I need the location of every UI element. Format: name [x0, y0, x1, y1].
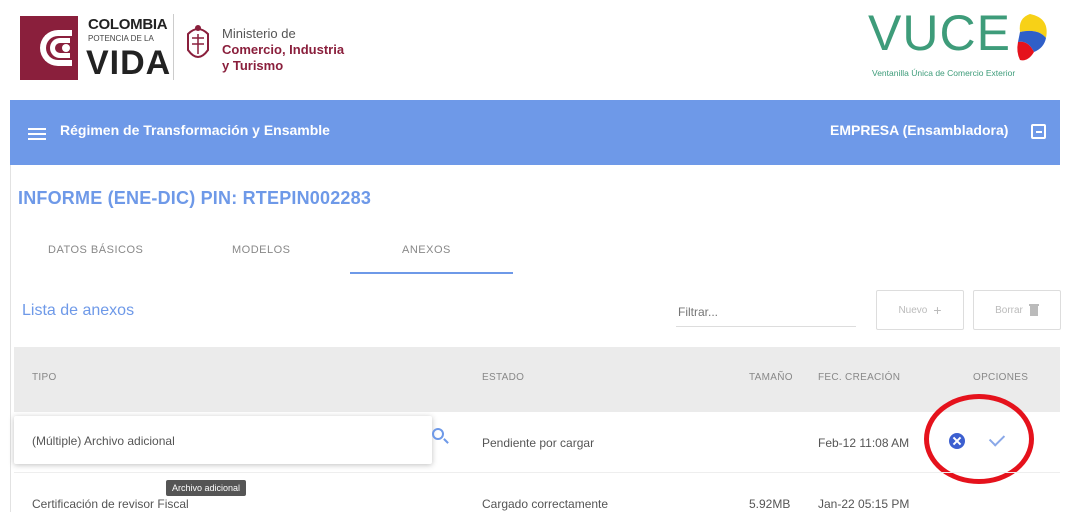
tab-datos-basicos[interactable]: DATOS BÁSICOS [48, 244, 143, 256]
column-header-estado: ESTADO [482, 372, 525, 383]
row1-fecha: Feb-12 11:08 AM [818, 436, 910, 450]
ministry-line1: Ministerio de [222, 26, 296, 41]
colombia-logo-subtext: POTENCIA DE LA [88, 34, 154, 43]
tab-anexos[interactable]: ANEXOS [402, 244, 451, 256]
plus-icon: + [933, 302, 942, 318]
row2-estado: Cargado correctamente [482, 497, 609, 511]
trash-icon [1028, 304, 1039, 316]
row-divider [14, 472, 1060, 473]
row2-tamano: 5.92MB [749, 497, 791, 511]
column-header-fecha: FEC. CREACIÓN [818, 372, 901, 383]
colombia-logo-text: COLOMBIA [88, 16, 168, 33]
delete-button[interactable]: Borrar [973, 290, 1061, 330]
table-header [14, 347, 1060, 412]
active-tab-indicator [350, 272, 513, 274]
row2-fecha: Jan-22 05:15 PM [818, 497, 910, 511]
filter-input[interactable] [676, 298, 860, 326]
colombia-logo-vida: VIDA [86, 44, 172, 82]
tooltip: Archivo adicional [166, 480, 247, 496]
company-name[interactable]: EMPRESA (Ensambladora) [830, 122, 1008, 138]
logout-icon[interactable] [1031, 124, 1046, 139]
list-title: Lista de anexos [22, 302, 135, 319]
coat-of-arms-icon [187, 25, 209, 58]
ministry-line3: y Turismo [222, 58, 284, 73]
column-header-opciones: OPCIONES [973, 372, 1029, 383]
vuce-logo-subtitle: Ventanilla Única de Comercio Exterior [872, 68, 1016, 78]
vuce-logo-title: VUCE [868, 5, 1011, 61]
new-button[interactable]: Nuevo + [876, 290, 964, 330]
new-button-label: Nuevo [898, 304, 928, 316]
colombia-logo: COLOMBIA POTENCIA DE LA VIDA [20, 12, 170, 84]
row2-tipo: Certificación de revisor Fiscal [32, 497, 189, 511]
vuce-flag-icon [1017, 14, 1047, 61]
header-divider [173, 14, 174, 80]
delete-button-label: Borrar [995, 304, 1023, 316]
highlight-circle [924, 394, 1034, 484]
ministry-line2: Comercio, Industria [222, 42, 345, 57]
column-header-tipo: TIPO [32, 372, 57, 383]
hamburger-menu-icon[interactable] [28, 128, 46, 140]
row1-tipo[interactable]: (Múltiple) Archivo adicional [32, 434, 175, 448]
search-icon[interactable] [432, 428, 444, 440]
row1-estado: Pendiente por cargar [482, 436, 595, 450]
tab-modelos[interactable]: MODELOS [232, 244, 291, 256]
toolbar-title: Régimen de Transformación y Ensamble [60, 122, 330, 138]
column-header-tamano: TAMAÑO [749, 372, 793, 383]
filter-field[interactable] [676, 298, 860, 327]
page-title: INFORME (ENE-DIC) PIN: RTEPIN002283 [18, 188, 372, 208]
colombia-logo-mark [20, 16, 78, 80]
